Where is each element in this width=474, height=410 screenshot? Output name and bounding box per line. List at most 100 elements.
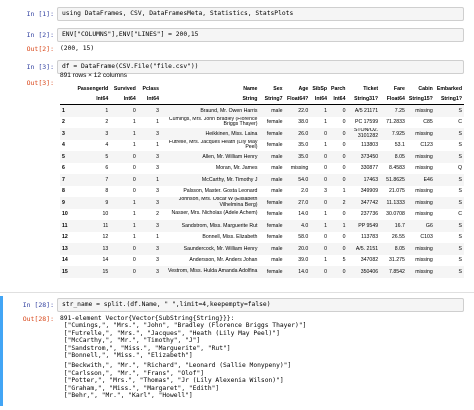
output-line: ["Potter,", "Mrs.", "Thomas", "Jr (Lily …: [60, 377, 284, 385]
table-cell: 7.25: [394, 107, 405, 114]
table-cell: 8.05: [394, 153, 405, 160]
table-cell: male: [271, 176, 283, 183]
table-row: 15 15 0 3 Vestrom, Miss. Hulda Amanda Adolfi…: [60, 266, 464, 278]
table-cell: female: [266, 142, 283, 149]
table-cell: 0: [324, 268, 328, 275]
table-cell: 113783: [361, 234, 379, 241]
row-index: 7: [62, 176, 65, 183]
table-cell: 4: [105, 142, 109, 149]
output-line: ["McCarthy,", "Mr.", "Timothy", "J"]: [60, 337, 201, 345]
column-header: SibSp: [312, 86, 328, 92]
table-cell: 0: [324, 176, 328, 183]
column-type: Float64?: [284, 94, 311, 105]
table-cell: 4.0: [301, 222, 309, 229]
table-cell: 1: [132, 119, 136, 126]
table-cell: 347082: [360, 257, 379, 264]
row-index: 11: [62, 222, 68, 229]
row-index: 14: [62, 257, 68, 264]
table-cell: S: [458, 188, 462, 195]
table-cell: 1: [324, 119, 328, 126]
table-row: 8 8 0 3 Palsson, Master. Gosta Leonard male 2.…: [60, 186, 464, 198]
table-cell: 350406: [360, 268, 379, 275]
output-line: ["Beckwith,", "Mr.", "Richard", "Leonard…: [60, 362, 292, 370]
table-cell: 35.0: [298, 153, 309, 160]
table-cell: 35.0: [298, 142, 309, 149]
table-row: 5 5 0 3 Allen, Mr. William Henry male 35.0 0 0 37…: [60, 151, 464, 163]
table-cell: 0: [342, 211, 346, 218]
table-cell: 8.05: [394, 245, 405, 252]
column-header: Cabin: [418, 86, 433, 92]
code-cell-28[interactable]: In [28]: str_name = split.(df.Name, " ",…: [0, 296, 474, 406]
table-cell: 0: [132, 268, 136, 275]
output-line: ["Bonnell,", "Miss.", "Elizabeth"]: [60, 352, 193, 360]
table-cell: 1: [324, 257, 328, 264]
table-cell: 10: [102, 211, 109, 218]
table-cell: 0: [324, 234, 328, 241]
row-index: 6: [62, 165, 65, 172]
input-prompt: In [1]:: [26, 10, 54, 18]
code-cell-1[interactable]: In [1]: using DataFrames, CSV, DataFrame…: [0, 6, 474, 22]
column-header: Survived: [113, 86, 136, 92]
table-row: 3 3 1 3 Heikkinen, Miss. Laina female 26.0 0 0 ST…: [60, 128, 464, 140]
column-header: Embarked: [436, 86, 462, 92]
table-row: 9 9 1 3 Johnson, Mrs. Oscar W (Elisabeth Vil…: [60, 197, 464, 209]
table-cell: 3: [156, 257, 159, 264]
table-cell: S: [458, 245, 462, 252]
table-cell: 58.0: [298, 234, 309, 241]
table-cell: 14.0: [298, 268, 309, 275]
column-type: String7: [259, 94, 285, 105]
table-cell: Braund, Mr. Owen Harris: [200, 107, 258, 114]
table-cell: Johnson, Mrs. Oscar W (Elisabeth Vilhelm…: [178, 197, 258, 208]
table-cell: 0: [132, 257, 136, 264]
table-cell: Palsson, Master. Gosta Leonard: [183, 188, 258, 195]
row-index: 5: [62, 153, 65, 160]
column-header: Ticket: [363, 86, 379, 92]
code-cell-3[interactable]: In [3]: df = DataFrame(CSV.File("file.cs…: [0, 59, 474, 289]
table-cell: 14: [102, 257, 109, 264]
table-cell: Sandstrom, Miss. Marguerite Rut: [181, 222, 258, 229]
column-header: Name: [243, 86, 258, 92]
selected-cell-indicator: [0, 296, 3, 406]
table-cell: 3: [156, 130, 159, 137]
table-cell: missing: [415, 257, 433, 264]
column-type: Int64: [137, 94, 161, 105]
output-line: 891-element Vector{Vector{SubString{Stri…: [60, 315, 235, 322]
table-cell: 38.0: [298, 119, 309, 126]
table-cell: 3: [105, 130, 109, 137]
code-cell-2[interactable]: In [2]: ENV["COLUMNS"],ENV["LINES"] = 20…: [0, 27, 474, 55]
table-cell: S: [458, 176, 462, 183]
table-row: 7 7 0 1 McCarthy, Mr. Timothy J male 54.0 0 0 174…: [60, 174, 464, 186]
table-cell: 7.8542: [389, 268, 405, 275]
table-row: 6 6 0 3 Moran, Mr. James male missing 0 0 330877 8…: [60, 163, 464, 175]
table-cell: C: [458, 211, 462, 218]
code-input[interactable]: ENV["COLUMNS"],ENV["LINES"] = 200,15: [57, 28, 464, 42]
table-cell: Vestrom, Miss. Hulda Amanda Adolfina: [168, 267, 258, 274]
table-cell: S: [458, 268, 462, 275]
table-cell: Nasser, Mrs. Nicholas (Adele Achem): [171, 210, 258, 217]
table-cell: 1: [132, 234, 136, 241]
table-cell: missing: [415, 211, 433, 218]
column-header: PassengerId: [77, 86, 109, 92]
table-cell: 0: [342, 245, 346, 252]
table-cell: 113803: [361, 142, 379, 149]
table-cell: 26.0: [298, 130, 309, 137]
table-cell: male: [271, 165, 283, 172]
table-cell: female: [266, 222, 283, 229]
table-cell: 9: [105, 199, 109, 206]
table-cell: missing: [415, 199, 433, 206]
table-cell: A/5. 2151: [355, 245, 379, 252]
table-cell: C123: [420, 142, 433, 149]
code-input[interactable]: using DataFrames, CSV, DataFramesMeta, S…: [57, 7, 464, 21]
row-index: 13: [62, 245, 68, 252]
table-cell: 1: [105, 107, 109, 114]
table-cell: S: [458, 222, 462, 229]
table-cell: 54.0: [298, 176, 309, 183]
table-cell: 15: [102, 268, 109, 275]
table-cell: Futrelle, Mrs. Jacques Heath (Lily May P…: [168, 139, 258, 151]
row-index: 4: [62, 142, 65, 149]
table-cell: 0: [342, 234, 346, 241]
code-input[interactable]: str_name = split.(df.Name, " ",limit=4,k…: [57, 298, 464, 312]
table-cell: 7.925: [391, 130, 405, 137]
table-cell: S: [458, 142, 462, 149]
table-cell: 0: [324, 130, 328, 137]
